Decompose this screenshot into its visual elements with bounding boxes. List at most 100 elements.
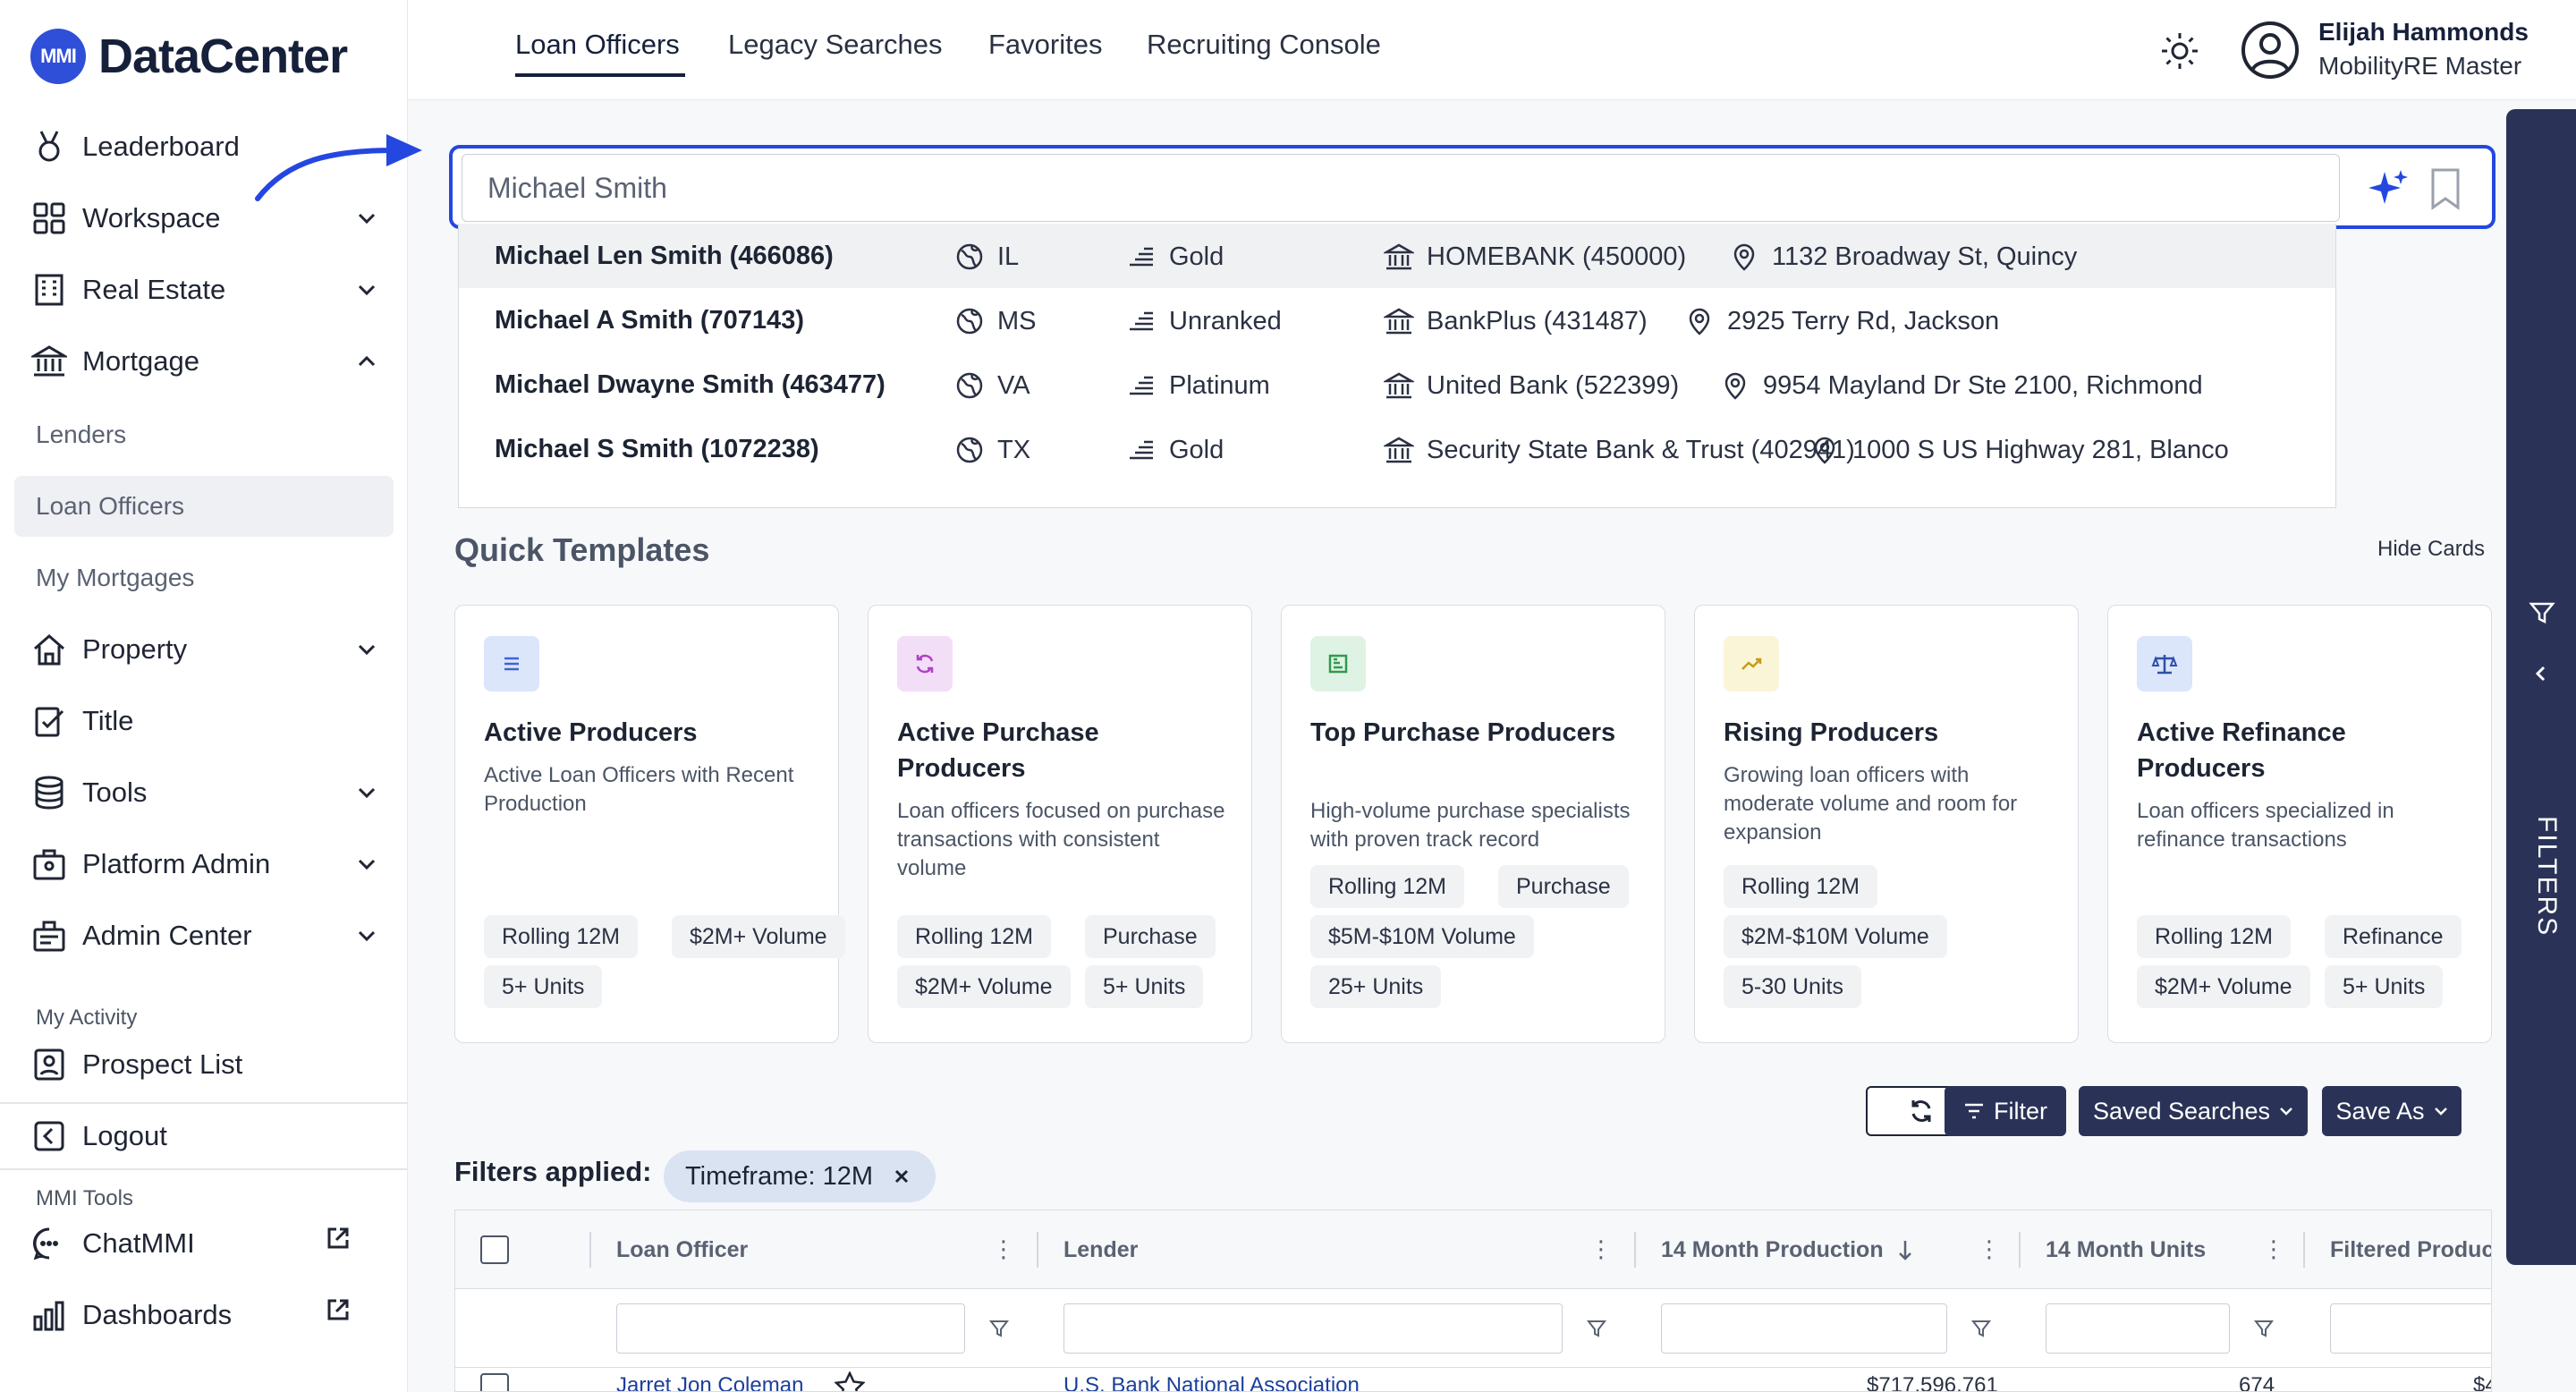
template-pill: 5-30 Units (1724, 965, 1861, 1008)
bookmark-icon[interactable] (2428, 166, 2463, 211)
funnel-icon[interactable] (2253, 1318, 2275, 1339)
globe-icon (956, 308, 983, 335)
funnel-icon[interactable] (1586, 1318, 1607, 1339)
template-card[interactable]: Active Producers Active Loan Officers wit… (454, 605, 845, 1043)
template-pill: $5M-$10M Volume (1310, 915, 1534, 958)
template-card[interactable]: Top Purchase Producers High-volume purcha… (1281, 605, 1665, 1043)
quick-templates-title: Quick Templates (454, 531, 710, 568)
search-result-row[interactable]: Michael S Smith (1072238) TX Gold Security … (459, 417, 2335, 481)
user-role: MobilityRE Master (2318, 52, 2522, 80)
ai-sparkle-icon[interactable] (2367, 166, 2411, 211)
column-menu-icon[interactable]: ⋮ (2262, 1235, 2285, 1263)
sidebar-item-title[interactable]: Title (30, 692, 379, 750)
loan-officer-filter-input[interactable] (616, 1303, 965, 1354)
sidebar-item-admin-center[interactable]: Admin Center (30, 907, 379, 964)
column-menu-icon[interactable]: ⋮ (1589, 1235, 1613, 1263)
sort-descending-icon[interactable] (1897, 1239, 1913, 1260)
template-pill: 25+ Units (1310, 965, 1442, 1008)
theme-toggle-sun-icon[interactable] (2159, 30, 2200, 72)
timeframe-filter-chip[interactable]: Timeframe: 12M (664, 1150, 936, 1202)
tab-favorites[interactable]: Favorites (988, 29, 1102, 61)
result-address: 9954 Mayland Dr Ste 2100, Richmond (1720, 370, 2203, 401)
tab-recruiting-console[interactable]: Recruiting Console (1147, 29, 1381, 61)
sidebar-item-property[interactable]: Property (30, 621, 379, 678)
template-pill: Rolling 12M (1310, 865, 1465, 908)
my-activity-label: My Activity (36, 1006, 138, 1030)
sidebar-subitem-my-mortgages[interactable]: My Mortgages (36, 564, 194, 592)
result-rank: Unranked (1126, 306, 1282, 336)
result-bank: BankPlus (431487) (1384, 306, 1648, 336)
lender-filter-input[interactable] (1063, 1303, 1563, 1354)
row-checkbox[interactable] (480, 1373, 509, 1391)
admin-icon (30, 845, 68, 883)
bar-chart-icon (30, 1296, 68, 1334)
col-header-14-month-production[interactable]: 14 Month Production (1661, 1237, 1884, 1263)
template-pill: Rolling 12M (484, 915, 639, 958)
template-card[interactable]: Active Purchase Producers Loan officers f… (868, 605, 1252, 1043)
filters-rail[interactable]: FILTERS (2506, 109, 2576, 1265)
hide-cards-button[interactable]: Hide Cards (2377, 537, 2485, 562)
filter-button[interactable]: Filter (1945, 1086, 2066, 1136)
save-as-button[interactable]: Save As (2322, 1086, 2462, 1136)
search-result-row[interactable]: Michael A Smith (707143) MS Unranked BankPl… (459, 288, 2335, 352)
trend-icon (1724, 636, 1779, 692)
chevron-down-icon (358, 930, 376, 942)
app-logo[interactable]: MMI DataCenter (30, 29, 348, 84)
template-card[interactable]: Active Refinance Producers Loan officers … (2107, 605, 2492, 1043)
table-row-officer[interactable]: Jarret Jon Coleman (616, 1373, 803, 1391)
template-card[interactable]: Rising Producers Growing loan officers wi… (1694, 605, 2079, 1043)
column-separator (1634, 1232, 1636, 1268)
globe-icon (956, 437, 983, 463)
sidebar-item-tools[interactable]: Tools (30, 764, 379, 821)
search-result-row[interactable]: Michael Len Smith (466086) IL Gold HOMEBANK… (459, 224, 2335, 288)
units-filter-input[interactable] (2046, 1303, 2230, 1354)
sidebar-item-label: Workspace (82, 202, 221, 233)
saved-searches-button[interactable]: Saved Searches (2079, 1086, 2308, 1136)
column-menu-icon[interactable]: ⋮ (1978, 1235, 2001, 1263)
table-row-filtered: $4 (2473, 1373, 2491, 1392)
card-description: Active Loan Officers with Recent Product… (484, 763, 794, 816)
sidebar-subitem-lenders[interactable]: Lenders (36, 420, 126, 449)
table-row-lender[interactable]: U.S. Bank National Association (1063, 1373, 1360, 1391)
rank-bars-icon (1130, 311, 1153, 331)
contact-card-icon (30, 1046, 68, 1083)
funnel-icon[interactable] (988, 1318, 1010, 1339)
col-header-loan-officer[interactable]: Loan Officer (616, 1237, 748, 1263)
top-nav: Loan Officers Legacy Searches Favorites … (408, 0, 2576, 100)
select-all-checkbox[interactable] (480, 1235, 509, 1264)
sidebar-item-prospect-list[interactable]: Prospect List (30, 1036, 379, 1093)
search-result-row[interactable]: Michael Dwayne Smith (463477) VA Platinum U… (459, 352, 2335, 417)
funnel-icon[interactable] (1970, 1318, 1992, 1339)
sidebar-item-mortgage[interactable]: Mortgage (30, 333, 379, 390)
tab-legacy-searches[interactable]: Legacy Searches (728, 29, 943, 61)
col-header-filtered-production[interactable]: Filtered Produc (2330, 1237, 2491, 1263)
result-address: 1132 Broadway St, Quincy (1729, 242, 2077, 272)
column-menu-icon[interactable]: ⋮ (992, 1235, 1015, 1263)
logout-button[interactable]: Logout (30, 1108, 379, 1165)
sidebar-subitem-loan-officers[interactable]: Loan Officers (36, 492, 184, 521)
col-header-lender[interactable]: Lender (1063, 1237, 1138, 1263)
result-rank: Gold (1126, 435, 1224, 465)
refresh-icon (897, 636, 953, 692)
col-header-14-month-units[interactable]: 14 Month Units (2046, 1237, 2206, 1263)
sidebar-item-platform-admin[interactable]: Platform Admin (30, 836, 379, 893)
filtered-production-filter-input[interactable] (2330, 1303, 2491, 1354)
template-pill: Refinance (2325, 915, 2462, 958)
user-avatar-icon[interactable] (2240, 20, 2301, 81)
sidebar-item-real-estate[interactable]: Real Estate (30, 261, 379, 318)
filters-applied-label: Filters applied: (454, 1156, 652, 1187)
close-icon[interactable] (893, 1167, 911, 1185)
template-pill: 5+ Units (484, 965, 603, 1008)
tab-loan-officers[interactable]: Loan Officers (515, 29, 680, 61)
sidebar: MMI DataCenter Leaderboard Workspace Rea… (0, 0, 408, 1392)
production-filter-input[interactable] (1661, 1303, 1947, 1354)
chevron-down-icon (2434, 1108, 2447, 1116)
star-icon[interactable] (835, 1371, 865, 1392)
result-rank: Platinum (1126, 370, 1270, 401)
globe-icon (956, 243, 983, 270)
search-input[interactable] (462, 154, 2340, 222)
chevron-left-icon[interactable] (2531, 664, 2551, 683)
sidebar-item-chatmmi[interactable]: ChatMMI (30, 1215, 379, 1272)
sidebar-item-dashboards[interactable]: Dashboards (30, 1286, 379, 1344)
rank-bars-icon (1130, 440, 1153, 460)
